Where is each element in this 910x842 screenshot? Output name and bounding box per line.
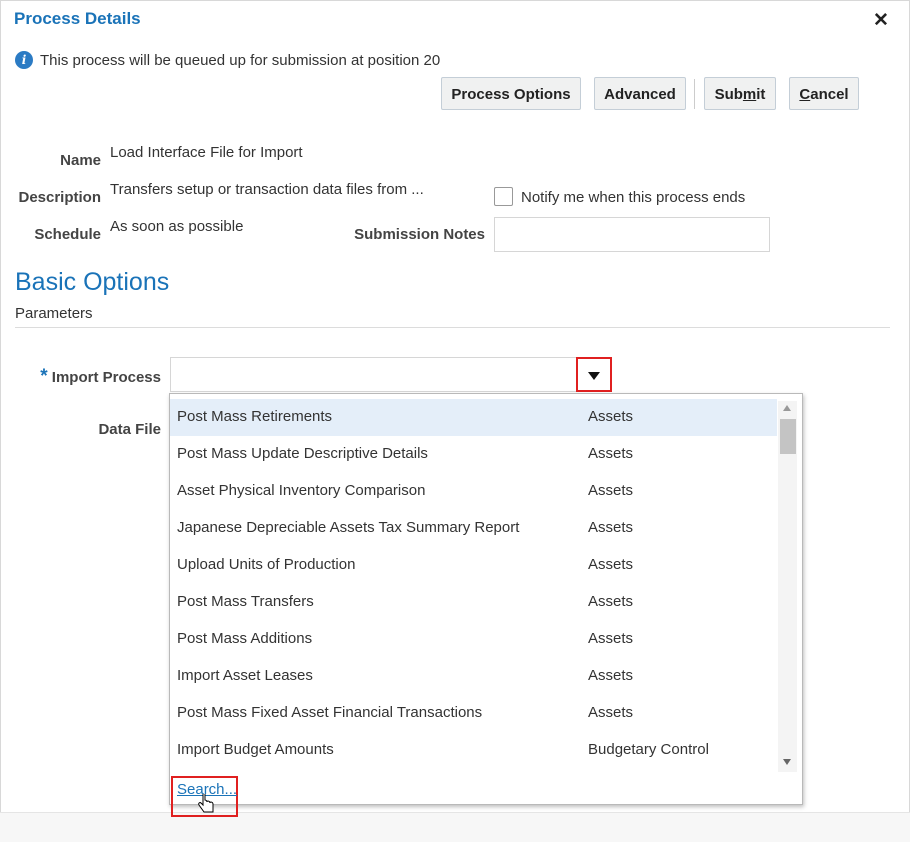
chevron-down-icon [588,372,600,380]
advanced-button[interactable]: Advanced [594,77,686,110]
list-item[interactable]: Import Budget Amounts Budgetary Control [170,732,777,769]
dropdown-toggle-button[interactable] [576,357,612,392]
submission-notes-label: Submission Notes [354,226,485,243]
notify-label: Notify me when this process ends [521,189,746,206]
list-item-category: Assets [588,519,634,536]
schedule-value: As soon as possible [110,218,244,235]
description-label: Description [18,189,101,206]
list-item-category: Assets [588,704,634,721]
list-item-category: Assets [588,667,634,684]
list-item-category: Assets [588,408,634,425]
list-item-category: Assets [588,482,634,499]
schedule-label: Schedule [34,226,101,243]
list-item-name: Asset Physical Inventory Comparison [177,482,426,499]
list-item[interactable]: Asset Physical Inventory Comparison Asset… [170,473,777,510]
list-item-name: Upload Units of Production [177,556,356,573]
list-item-name: Post Mass Additions [177,630,313,647]
list-item[interactable]: Post Mass Fixed Asset Financial Transact… [170,695,777,732]
list-item-name: Post Mass Transfers [177,593,314,610]
list-item[interactable]: Import Asset Leases Assets [170,658,777,695]
required-marker: * [40,366,48,387]
toolbar-separator [694,79,695,109]
list-item[interactable]: Post Mass Update Descriptive Details Asse… [170,436,777,473]
info-icon: i [15,51,33,69]
list-item-category: Assets [588,556,634,573]
name-value: Load Interface File for Import [110,144,303,161]
list-item[interactable]: Post Mass Retirements Assets [170,399,777,436]
submission-notes-field[interactable] [494,217,770,252]
name-label: Name [60,152,101,169]
list-item-category: Assets [588,630,634,647]
list-scrollbar[interactable] [778,401,797,772]
list-item[interactable]: Japanese Depreciable Assets Tax Summary … [170,510,777,547]
divider [15,327,890,328]
process-options-button[interactable]: Process Options [441,77,581,110]
info-message: This process will be queued up for submi… [40,52,441,69]
list-item-name: Import Budget Amounts [177,741,334,758]
list-item[interactable]: Upload Units of Production Assets [170,547,777,584]
page-background-strip [0,812,910,842]
section-heading: Basic Options [15,268,170,296]
import-process-select[interactable] [170,357,612,392]
list-item-name: Post Mass Update Descriptive Details [177,445,428,462]
cancel-button[interactable]: Cancel [789,77,859,110]
scroll-down-icon[interactable] [783,759,791,765]
list-item-name: Post Mass Retirements [177,408,333,425]
data-file-label: Data File [98,421,161,438]
description-value: Transfers setup or transaction data file… [110,181,424,198]
list-item[interactable]: Post Mass Transfers Assets [170,584,777,621]
scroll-up-icon[interactable] [783,405,791,411]
hand-cursor-icon [198,794,214,813]
list-item-name: Japanese Depreciable Assets Tax Summary … [177,519,520,536]
list-item-category: Assets [588,593,634,610]
scrollbar-thumb[interactable] [780,419,796,454]
import-process-label: * Import Process [40,366,161,387]
submit-button[interactable]: Submit [704,77,776,110]
list-item[interactable]: Post Mass Additions Assets [170,621,777,658]
dialog-title: Process Details [14,9,141,28]
list-item-category: Budgetary Control [588,741,709,758]
list-item-category: Assets [588,445,634,462]
notify-checkbox[interactable] [494,187,513,206]
section-subheading: Parameters [15,305,93,322]
list-item-name: Post Mass Fixed Asset Financial Transact… [177,704,483,721]
close-icon[interactable]: ✕ [873,9,889,32]
list-item-name: Import Asset Leases [177,667,313,684]
